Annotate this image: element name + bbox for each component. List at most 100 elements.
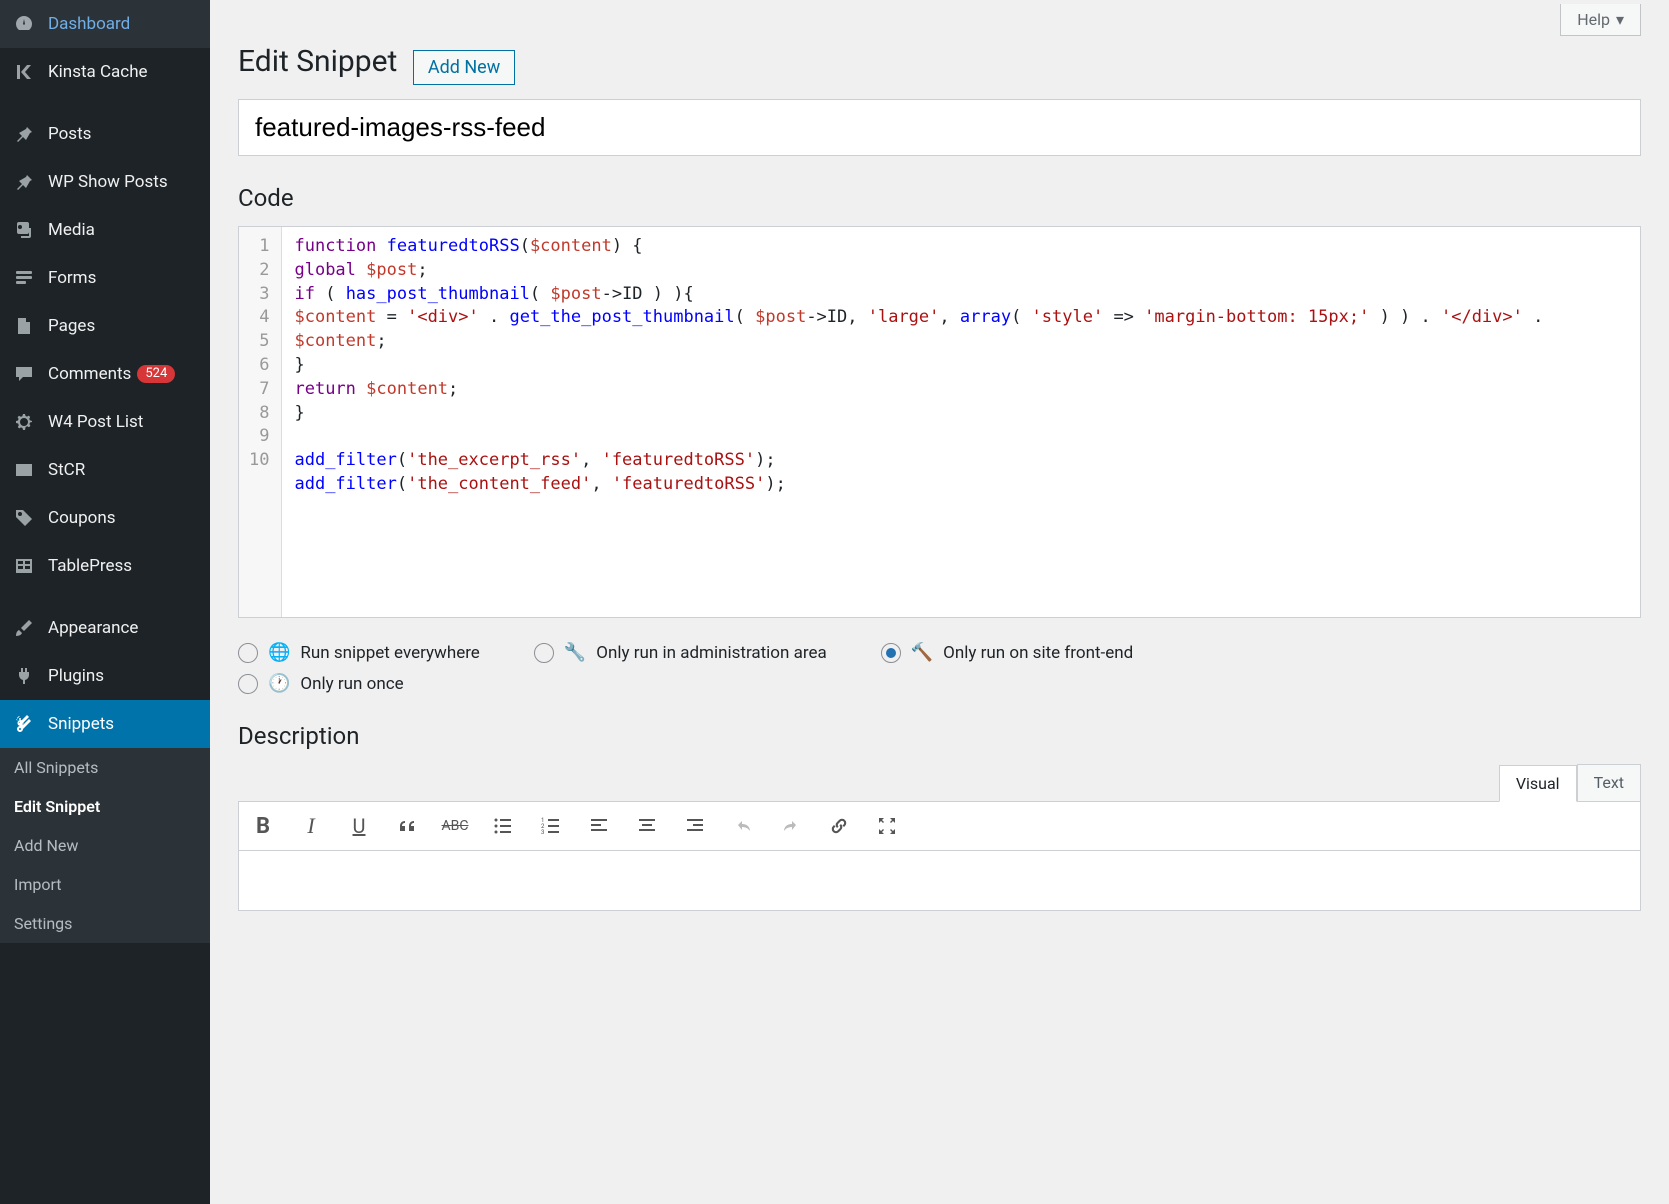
bullet-list-icon[interactable] (489, 812, 517, 840)
media-icon (12, 218, 36, 242)
add-new-button[interactable]: Add New (413, 50, 515, 85)
sidebar-label: StCR (48, 459, 85, 481)
sidebar-label: Dashboard (48, 13, 130, 35)
number-list-icon[interactable]: 123 (537, 812, 565, 840)
submenu-edit-snippet[interactable]: Edit Snippet (0, 787, 210, 826)
sidebar-label: Plugins (48, 665, 104, 687)
scope-everywhere[interactable]: 🌐 Run snippet everywhere (238, 642, 480, 663)
clock-icon: 🕐 (268, 673, 290, 694)
kinsta-icon (12, 60, 36, 84)
table-icon (12, 554, 36, 578)
sidebar-item-snippets[interactable]: Snippets (0, 700, 210, 748)
sidebar-label: WP Show Posts (48, 171, 168, 193)
scope-label: Only run on site front-end (943, 643, 1133, 663)
hammer-icon: 🔨 (911, 642, 933, 663)
submenu-settings[interactable]: Settings (0, 904, 210, 943)
scope-label: Only run in administration area (596, 643, 826, 663)
sidebar-label: Appearance (48, 617, 138, 639)
pin-icon (12, 122, 36, 146)
main-content: Help ▾ Edit Snippet Add New Code 1234567… (210, 0, 1669, 1204)
sidebar-item-coupons[interactable]: Coupons (0, 494, 210, 542)
line-gutter: 12345678910 (239, 227, 282, 617)
bold-icon[interactable]: B (249, 812, 277, 840)
page-icon (12, 314, 36, 338)
strikethrough-icon[interactable]: ABC (441, 812, 469, 840)
sidebar-label: TablePress (48, 555, 132, 577)
forms-icon (12, 266, 36, 290)
sidebar-item-wp-show-posts[interactable]: WP Show Posts (0, 158, 210, 206)
sidebar-item-tablepress[interactable]: TablePress (0, 542, 210, 590)
scope-label: Run snippet everywhere (300, 643, 479, 663)
italic-icon[interactable]: I (297, 812, 325, 840)
code-editor[interactable]: 12345678910 function featuredtoRSS($cont… (238, 226, 1641, 618)
sidebar-item-kinsta-cache[interactable]: Kinsta Cache (0, 48, 210, 96)
sidebar-item-media[interactable]: Media (0, 206, 210, 254)
code-body[interactable]: function featuredtoRSS($content) { globa… (282, 227, 1640, 617)
sidebar-item-comments[interactable]: Comments 524 (0, 350, 210, 398)
scope-once[interactable]: 🕐 Only run once (238, 673, 1641, 694)
radio-icon (534, 643, 554, 663)
tab-visual[interactable]: Visual (1499, 765, 1577, 802)
underline-icon[interactable]: U (345, 812, 373, 840)
globe-icon: 🌐 (268, 642, 290, 663)
radio-selected-icon (881, 643, 901, 663)
pin-icon (12, 170, 36, 194)
sidebar-item-w4-post-list[interactable]: W4 Post List (0, 398, 210, 446)
sidebar-label: Snippets (48, 713, 114, 735)
count-badge: 524 (137, 365, 175, 384)
sidebar-item-pages[interactable]: Pages (0, 302, 210, 350)
sidebar-label: W4 Post List (48, 411, 143, 433)
tag-icon (12, 506, 36, 530)
sidebar-label: Coupons (48, 507, 116, 529)
scissors-icon (12, 712, 36, 736)
description-editor[interactable] (238, 851, 1641, 911)
help-tab[interactable]: Help ▾ (1560, 4, 1641, 36)
svg-text:3: 3 (541, 829, 544, 836)
comment-icon (12, 362, 36, 386)
wrench-icon: 🔧 (564, 642, 586, 663)
sidebar-label: Pages (48, 315, 95, 337)
help-label: Help (1577, 10, 1610, 29)
page-title: Edit Snippet (238, 44, 397, 79)
sidebar-label: Media (48, 219, 95, 241)
radio-icon (238, 674, 258, 694)
sidebar-label: Comments (48, 363, 131, 385)
gear-icon (12, 410, 36, 434)
snippet-title-input[interactable] (238, 99, 1641, 156)
sidebar-item-plugins[interactable]: Plugins (0, 652, 210, 700)
code-heading: Code (238, 184, 1641, 212)
redo-icon[interactable] (777, 812, 805, 840)
description-heading: Description (238, 722, 1641, 750)
sidebar-item-forms[interactable]: Forms (0, 254, 210, 302)
chevron-down-icon: ▾ (1616, 10, 1624, 29)
sidebar-label: Posts (48, 123, 91, 145)
scope-frontend[interactable]: 🔨 Only run on site front-end (881, 642, 1133, 663)
quote-icon[interactable] (393, 812, 421, 840)
sidebar-item-posts[interactable]: Posts (0, 110, 210, 158)
sidebar-item-appearance[interactable]: Appearance (0, 604, 210, 652)
sidebar-item-dashboard[interactable]: Dashboard (0, 0, 210, 48)
submenu-all-snippets[interactable]: All Snippets (0, 748, 210, 787)
radio-icon (238, 643, 258, 663)
admin-sidebar: Dashboard Kinsta Cache Posts WP Show Posts M… (0, 0, 210, 1204)
align-center-icon[interactable] (633, 812, 661, 840)
brush-icon (12, 616, 36, 640)
sidebar-label: Forms (48, 267, 96, 289)
tab-text[interactable]: Text (1577, 764, 1641, 801)
plug-icon (12, 664, 36, 688)
scope-label: Only run once (300, 674, 403, 694)
align-right-icon[interactable] (681, 812, 709, 840)
submenu-add-new[interactable]: Add New (0, 826, 210, 865)
editor-toolbar: B I U ABC 123 (238, 801, 1641, 851)
scope-admin[interactable]: 🔧 Only run in administration area (534, 642, 827, 663)
scope-options: 🌐 Run snippet everywhere 🔧 Only run in a… (238, 642, 1641, 694)
undo-icon[interactable] (729, 812, 757, 840)
fullscreen-icon[interactable] (873, 812, 901, 840)
sidebar-submenu: All SnippetsEdit SnippetAdd NewImportSet… (0, 748, 210, 943)
link-icon[interactable] (825, 812, 853, 840)
sidebar-label: Kinsta Cache (48, 61, 148, 83)
align-left-icon[interactable] (585, 812, 613, 840)
sidebar-item-stcr[interactable]: StCR (0, 446, 210, 494)
dashboard-icon (12, 12, 36, 36)
submenu-import[interactable]: Import (0, 865, 210, 904)
